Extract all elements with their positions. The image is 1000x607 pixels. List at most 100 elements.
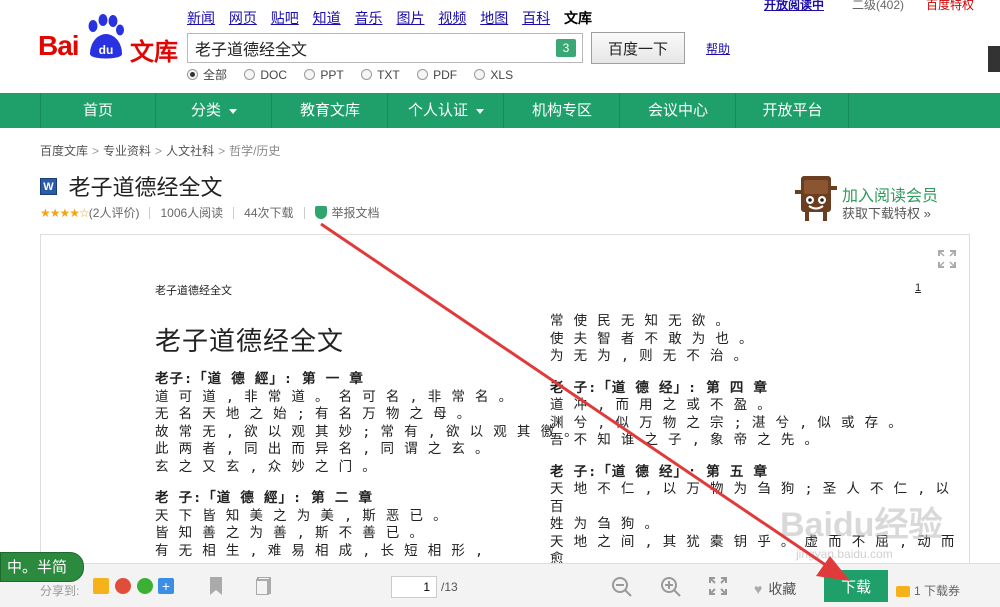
nav-link-wenku-current: 文库 — [564, 10, 593, 26]
baidu-jingyan-watermark: Baidu经验 jingyan.baidu.com — [780, 505, 942, 561]
document-icon[interactable] — [256, 577, 272, 595]
rating-stars-icon: ★★★★☆ — [40, 205, 90, 220]
tab-conference[interactable]: 会议中心 — [621, 93, 736, 128]
heart-icon: ♥ — [754, 581, 763, 597]
shield-icon — [314, 206, 327, 219]
filter-all[interactable]: 全部 — [187, 66, 227, 83]
chapter-heading: 老子:「道 德 經」: 第 一 章 — [155, 371, 364, 387]
rating-count[interactable]: (2人评价) — [89, 204, 140, 221]
filter-all-label: 全部 — [203, 68, 228, 82]
search-box: 3 — [187, 33, 583, 63]
expand-icon[interactable] — [708, 576, 728, 596]
text-line: 渊 兮 , 似 万 物 之 宗 ; 湛 兮 , 似 或 存 。 — [550, 414, 903, 431]
favorite-button[interactable]: ♥ 收藏 — [754, 579, 796, 599]
main-nav: 首页 分类 教育文库 个人认证 机构专区 会议中心 开放平台 — [0, 93, 1000, 128]
document-heading: 老子道德经全文 — [155, 327, 345, 357]
filter-doc[interactable]: DOC — [244, 68, 287, 82]
nav-link-baike[interactable]: 百科 — [522, 10, 550, 26]
help-link[interactable]: 帮助 — [706, 40, 730, 57]
watermark-url: jingyan.baidu.com — [795, 547, 893, 561]
wechat-share-icon[interactable] — [137, 578, 153, 594]
nav-link-zhidao[interactable]: 知道 — [313, 10, 341, 26]
book-mascot-icon — [795, 176, 837, 221]
tab-category[interactable]: 分类 — [157, 93, 272, 128]
filter-xls[interactable]: XLS — [474, 68, 513, 82]
coupon-icon — [896, 586, 910, 598]
top-user-strip: 开放阅读中 二级(402) 百度特权 — [740, 0, 1000, 12]
nav-link-news[interactable]: 新闻 — [187, 10, 215, 26]
text-line: 玄 之 又 玄 , 众 妙 之 门 。 — [155, 458, 377, 475]
nav-link-images[interactable]: 图片 — [396, 10, 424, 26]
side-widget-icon[interactable] — [988, 46, 1000, 72]
bottom-toolbar: 分享到: + /13 ♥ 收藏 下载 1 下载券 — [0, 563, 1000, 607]
qzone-share-icon[interactable] — [93, 578, 109, 594]
tab-home[interactable]: 首页 — [40, 93, 156, 128]
radio-icon — [244, 69, 256, 80]
tab-personal-auth[interactable]: 个人认证 — [389, 93, 504, 128]
tab-institution[interactable]: 机构专区 — [505, 93, 620, 128]
divider — [149, 206, 151, 219]
ime-indicator[interactable]: 中。半简 — [0, 552, 84, 582]
nav-link-web[interactable]: 网页 — [229, 10, 257, 26]
breadcrumb-item[interactable]: 哲学/历史 — [229, 144, 280, 158]
filter-txt[interactable]: TXT — [361, 68, 400, 82]
tab-open-platform[interactable]: 开放平台 — [737, 93, 849, 128]
baidu-paw-icon: du — [88, 14, 124, 59]
weibo-share-icon[interactable] — [115, 578, 131, 594]
text-line: 使 夫 智 者 不 敢 为 也 。 — [550, 330, 754, 347]
text-line: 有 无 相 生 , 难 易 相 成 , 长 短 相 形 , — [155, 542, 485, 559]
radio-icon — [361, 69, 373, 80]
filetype-filters: 全部 DOC PPT TXT PDF XLS — [187, 66, 527, 83]
breadcrumb-sep-icon: > — [155, 144, 163, 158]
text-line: 皆 知 善 之 为 善 , 斯 不 善 已 。 — [155, 525, 425, 541]
report-doc-link[interactable]: 举报文档 — [332, 204, 380, 221]
breadcrumb-sep-icon: > — [218, 144, 226, 158]
download-button[interactable]: 下载 — [824, 570, 888, 602]
text-line: 常 使 民 无 知 无 欲 。 — [550, 313, 730, 329]
page-number-input[interactable] — [391, 576, 437, 598]
filter-pdf[interactable]: PDF — [417, 68, 457, 82]
caret-down-icon — [476, 108, 484, 114]
text-line: 无 名 天 地 之 始 ; 有 名 万 物 之 母 。 — [155, 406, 472, 422]
zoom-out-icon[interactable] — [611, 576, 633, 598]
filter-ppt[interactable]: PPT — [304, 68, 344, 82]
download-coupon: 1 下载券 — [896, 582, 960, 599]
user-level[interactable]: 二级(402) — [852, 0, 904, 13]
word-doc-icon: W — [40, 177, 57, 195]
divider — [303, 206, 305, 219]
vip-privilege-link[interactable]: 百度特权 — [926, 0, 974, 13]
nav-link-tieba[interactable]: 贴吧 — [271, 10, 299, 26]
bookmark-icon[interactable] — [210, 577, 222, 595]
search-input[interactable] — [188, 34, 548, 62]
breadcrumb-item[interactable]: 专业资料 — [103, 144, 151, 158]
nav-link-music[interactable]: 音乐 — [355, 10, 383, 26]
logo-du-text: du — [99, 43, 114, 57]
read-count: 1006人阅读 — [160, 206, 224, 220]
more-share-icon[interactable]: + — [158, 578, 174, 594]
filter-txt-label: TXT — [377, 67, 400, 82]
baidu-wenku-logo[interactable]: Bai du 文库 — [38, 12, 178, 66]
favorite-label: 收藏 — [768, 581, 797, 597]
coupon-label: 1 下载券 — [914, 584, 961, 598]
text-line: 故 常 无 , 欲 以 观 其 妙 ; 常 有 , 欲 以 观 其 徼 。 — [155, 423, 579, 440]
search-button[interactable]: 百度一下 — [591, 32, 685, 64]
breadcrumb-item[interactable]: 人文社科 — [166, 144, 214, 158]
vip-promo[interactable]: 加入阅读会员 获取下载特权 » — [795, 168, 975, 228]
tab-education[interactable]: 教育文库 — [273, 93, 388, 128]
doc-meta: ★★★★☆ (2人评价) 1006人阅读 44次下载 举报文档 — [40, 204, 380, 221]
tab-education-label: 教育文库 — [299, 102, 360, 119]
breadcrumb-item[interactable]: 百度文库 — [40, 144, 88, 158]
logo-bai-text: Bai — [38, 30, 80, 61]
tab-category-label: 分类 — [190, 102, 221, 119]
logo-wenku-text: 文库 — [130, 39, 178, 66]
chapter-heading: 老 子:「道 德 經」: 第 二 章 — [155, 490, 374, 506]
fullscreen-icon[interactable] — [937, 249, 957, 269]
nav-link-map[interactable]: 地图 — [480, 10, 508, 26]
text-line: 此 两 者 , 同 出 而 异 名 , 同 谓 之 玄 。 — [155, 441, 490, 457]
zoom-in-icon[interactable] — [660, 576, 682, 598]
radio-icon — [474, 69, 486, 80]
page-header-title: 老子道德经全文 — [155, 285, 232, 297]
nav-link-video[interactable]: 视频 — [438, 10, 466, 26]
open-reading-link[interactable]: 开放阅读中 — [764, 0, 824, 13]
text-line: 天 下 皆 知 美 之 为 美 , 斯 恶 已 。 — [155, 507, 448, 524]
